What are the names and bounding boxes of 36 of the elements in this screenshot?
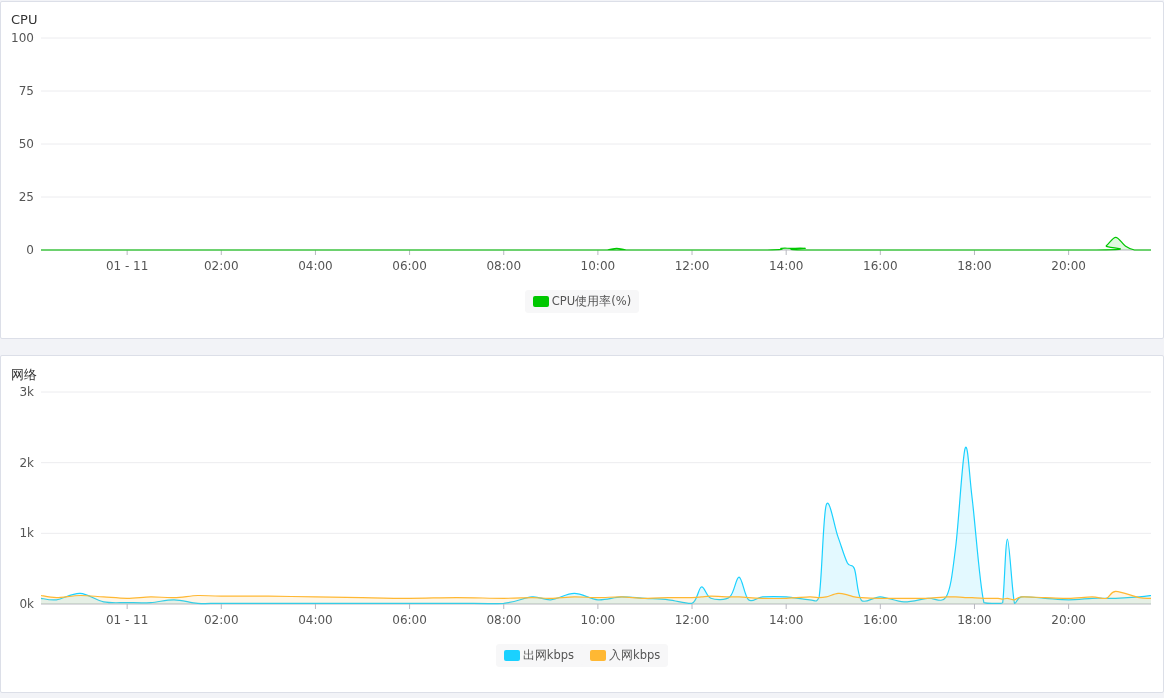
- x-axis-label: 04:00: [298, 259, 333, 273]
- x-axis-label: 01 - 11: [105, 259, 149, 273]
- x-axis-label: 14:00: [768, 259, 804, 273]
- x-axis-label: 08:00: [486, 613, 522, 627]
- x-axis-label: 14:00: [768, 613, 804, 627]
- x-axis-label: 12:00: [674, 259, 710, 273]
- y-axis-label: 2k: [19, 455, 34, 470]
- y-axis-label: 3k: [19, 385, 34, 399]
- legend-label: 出网kbps: [522, 648, 574, 663]
- x-axis-label: 02:00: [204, 259, 239, 273]
- x-axis-label: 10:00: [580, 613, 616, 627]
- x-axis-label: 12:00: [674, 613, 710, 627]
- legend-label: CPU使用率(%): [551, 294, 632, 309]
- y-axis-label: 1k: [19, 526, 34, 541]
- x-axis-label: 20:00: [1051, 259, 1086, 273]
- y-axis-label: 0: [26, 243, 34, 257]
- x-axis-label: 02:00: [204, 613, 239, 627]
- y-axis-label: 100: [11, 31, 34, 45]
- chart-title: 网络: [10, 366, 38, 382]
- y-axis-label: 0k: [19, 597, 34, 611]
- x-axis-label: 08:00: [486, 259, 522, 273]
- x-axis-label: 16:00: [863, 613, 898, 627]
- x-axis-label: 06:00: [392, 259, 427, 273]
- x-axis-label: 01 - 11: [105, 613, 149, 627]
- y-axis-label: 50: [18, 137, 34, 151]
- x-axis-label: 18:00: [957, 259, 992, 273]
- x-axis-label: 20:00: [1051, 613, 1086, 627]
- y-axis-label: 25: [18, 190, 34, 204]
- x-axis-label: 10:00: [580, 259, 616, 273]
- x-axis-label: 18:00: [957, 613, 992, 627]
- x-axis-label: 06:00: [392, 613, 427, 627]
- y-axis-label: 75: [18, 84, 34, 98]
- chart-title: CPU: [10, 11, 39, 28]
- x-axis-label: 16:00: [863, 259, 898, 273]
- x-axis-label: 04:00: [298, 613, 333, 627]
- legend-label: 入网kbps: [609, 648, 661, 663]
